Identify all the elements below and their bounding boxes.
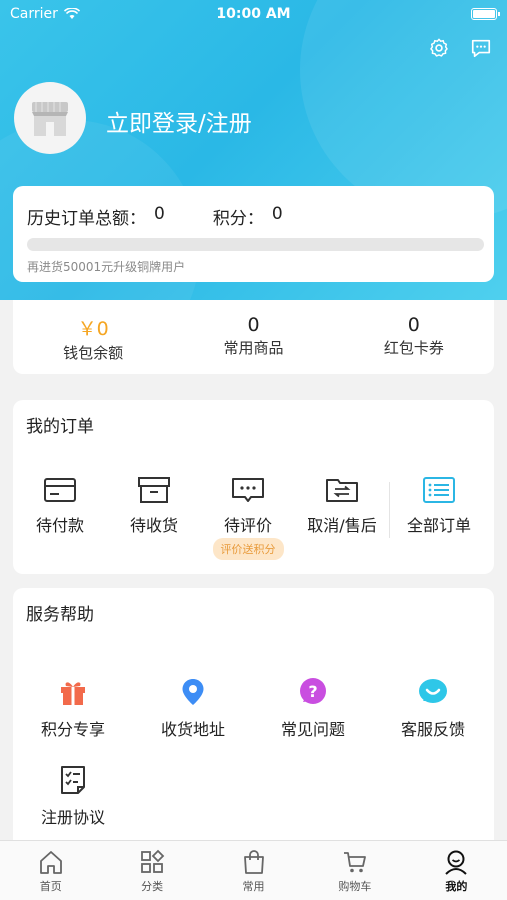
favorite-products-value: 0 <box>247 314 260 336</box>
status-bar: Carrier 10:00 AM <box>0 0 507 28</box>
checklist-icon <box>61 766 85 794</box>
order-after-sales[interactable]: 取消/售后 <box>295 476 389 538</box>
my-orders-title: 我的订单 <box>26 417 94 437</box>
level-progress-bar <box>27 238 484 251</box>
favorite-products[interactable]: 0 常用商品 <box>173 300 333 374</box>
chat-icon[interactable] <box>469 36 493 60</box>
order-total-value: 0 <box>154 204 165 224</box>
gift-icon <box>61 682 85 705</box>
order-after-sales-label: 取消/售后 <box>307 516 377 535</box>
stats-row: 历史订单总额： 0 积分： 0 <box>27 204 283 229</box>
points-exclusive[interactable]: 积分专享 <box>13 676 133 764</box>
header-actions <box>427 36 493 60</box>
avatar[interactable] <box>14 82 86 154</box>
bottom-tab-bar: 首页 分类 常用 购物车 我的 <box>0 840 507 900</box>
gear-icon[interactable] <box>427 36 451 60</box>
my-orders-card: 我的订单 待付款 待收货 待评价 评价送积分 取消/售后 全部订单 <box>13 400 494 574</box>
points-label: 积分： <box>212 209 264 229</box>
order-status-row: 待付款 待收货 待评价 评价送积分 取消/售后 全部订单 <box>13 476 494 560</box>
service-help-title: 服务帮助 <box>26 605 94 625</box>
box-icon <box>138 477 170 503</box>
order-pending-payment[interactable]: 待付款 <box>13 476 107 538</box>
order-pending-receipt-label: 待收货 <box>129 516 178 535</box>
clock: 10:00 AM <box>216 6 291 22</box>
shipping-address-label: 收货地址 <box>160 720 225 739</box>
coupons[interactable]: 0 红包卡券 <box>334 300 494 374</box>
tab-frequent-label: 常用 <box>242 880 265 893</box>
svg-text:?: ? <box>308 682 317 701</box>
upgrade-hint: 再进货50001元升级铜牌用户 <box>27 260 186 274</box>
order-total: 历史订单总额： 0 <box>27 204 165 229</box>
registration-agreement-label: 注册协议 <box>40 808 105 827</box>
category-icon <box>141 849 165 873</box>
favorite-products-label: 常用商品 <box>223 339 284 357</box>
question-icon: ? <box>300 678 326 704</box>
tab-frequent[interactable]: 常用 <box>203 841 304 900</box>
faq[interactable]: ? 常见问题 <box>253 676 373 764</box>
cart-icon <box>343 852 366 873</box>
order-pending-review-label: 待评价 <box>223 516 272 535</box>
battery-icon <box>471 8 500 20</box>
tab-mine[interactable]: 我的 <box>406 841 507 900</box>
tab-home[interactable]: 首页 <box>0 841 101 900</box>
customer-feedback[interactable]: 客服反馈 <box>373 676 493 764</box>
all-orders[interactable]: 全部订单 <box>390 476 488 538</box>
location-icon <box>182 679 204 705</box>
order-pending-review[interactable]: 待评价 评价送积分 <box>201 476 295 560</box>
tab-cart-label: 购物车 <box>338 880 372 893</box>
tab-cart[interactable]: 购物车 <box>304 841 405 900</box>
order-pending-payment-label: 待付款 <box>35 516 84 535</box>
list-icon <box>423 477 455 503</box>
points-value: 0 <box>271 204 283 224</box>
wallet-balance-label: 钱包余额 <box>63 344 124 362</box>
tab-category[interactable]: 分类 <box>101 841 202 900</box>
wallet-summary: ￥0 钱包余额 0 常用商品 0 红包卡券 <box>13 300 494 374</box>
faq-label: 常见问题 <box>280 720 345 739</box>
wallet-balance[interactable]: ￥0 钱包余额 <box>13 300 173 374</box>
tab-mine-label: 我的 <box>445 880 468 893</box>
home-icon <box>39 851 62 874</box>
coupons-value: 0 <box>407 314 420 336</box>
bag-icon <box>243 850 264 874</box>
wallet-balance-value: ￥0 <box>77 318 109 340</box>
order-total-label: 历史订单总额： <box>27 209 146 229</box>
order-pending-receipt[interactable]: 待收货 <box>107 476 201 538</box>
coupons-label: 红包卡券 <box>383 339 444 357</box>
login-register-link[interactable]: 立即登录/注册 <box>106 104 252 138</box>
customer-feedback-label: 客服反馈 <box>400 720 465 739</box>
comment-icon <box>232 478 264 502</box>
user-icon <box>445 850 468 875</box>
shipping-address[interactable]: 收货地址 <box>133 676 253 764</box>
shop-icon <box>32 102 68 136</box>
all-orders-label: 全部订单 <box>406 516 471 535</box>
points-exclusive-label: 积分专享 <box>40 720 105 739</box>
order-stats-card: 历史订单总额： 0 积分： 0 再进货50001元升级铜牌用户 <box>13 186 494 282</box>
exchange-icon <box>326 479 358 502</box>
service-help-card: 服务帮助 积分专享 收货地址 ? 常见问题 客服反馈 注册协议 <box>13 588 494 850</box>
service-help-grid: 积分专享 收货地址 ? 常见问题 客服反馈 注册协议 <box>13 676 494 852</box>
tab-category-label: 分类 <box>141 880 164 893</box>
registration-agreement[interactable]: 注册协议 <box>13 764 133 852</box>
smile-icon <box>419 679 447 703</box>
card-icon <box>44 478 76 502</box>
review-points-badge: 评价送积分 <box>212 538 284 560</box>
points: 积分： 0 <box>213 204 283 229</box>
tab-home-label: 首页 <box>39 880 62 893</box>
